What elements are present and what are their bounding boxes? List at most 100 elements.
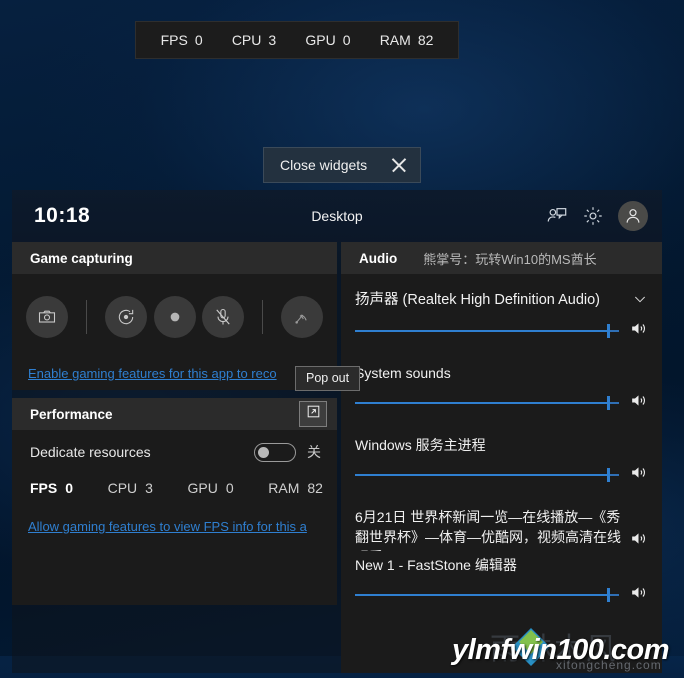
left-column: Game capturing Enable gaming features fo… [12, 242, 361, 673]
audio-app-entry: System sounds [355, 347, 648, 419]
overlay-stat-fps: FPS 0 [161, 32, 203, 48]
mic-toggle-button[interactable] [202, 295, 244, 338]
slider-handle[interactable] [607, 324, 611, 338]
slider-handle[interactable] [607, 468, 611, 482]
slider-handle[interactable] [607, 588, 611, 602]
perf-stat-ram: RAM 82 [268, 480, 323, 496]
audio-app-name: New 1 - FastStone 编辑器 [355, 557, 517, 573]
audio-app-volume-slider[interactable] [355, 396, 619, 410]
audio-app-entry: 6月21日 世界杯新闻一览—在线播放—《秀翻世界杯》—体育—优酷网，视频高清在线… [355, 491, 648, 553]
audio-panel: Audio 熊掌号：玩转Win10的MS酋长 扬声器 (Realtek High… [341, 242, 662, 673]
dedicate-resources-label: Dedicate resources [30, 444, 151, 460]
close-widgets-button[interactable]: Close widgets [263, 147, 421, 183]
overlay-stat-gpu-label: GPU [305, 32, 336, 48]
dedicate-resources-row: Dedicate resources 关 [12, 430, 337, 474]
audio-app-entry: New 1 - FastStone 编辑器 [355, 553, 648, 611]
perf-stat-cpu-label: CPU [107, 480, 138, 496]
performance-body: Dedicate resources 关 FPS 0 CPU 3 GPU 0 R… [12, 430, 337, 512]
overlay-stat-cpu-value: 3 [268, 32, 277, 48]
broadcast-button[interactable] [281, 295, 323, 338]
perf-stat-ram-value: 82 [307, 480, 323, 496]
close-widgets-label: Close widgets [280, 157, 368, 173]
capture-divider-1 [86, 299, 87, 334]
audio-device-volume-slider[interactable] [355, 324, 619, 338]
game-bar-body: Game capturing Enable gaming features fo… [12, 242, 662, 673]
speaker-icon[interactable] [629, 583, 648, 607]
close-icon[interactable] [390, 157, 407, 174]
speaker-icon[interactable] [629, 463, 648, 487]
perf-stat-fps-label: FPS [30, 480, 58, 496]
perf-stat-ram-label: RAM [268, 480, 300, 496]
right-column: Audio 熊掌号：玩转Win10的MS酋长 扬声器 (Realtek High… [341, 242, 662, 673]
settings-gear-icon[interactable] [582, 205, 604, 227]
overlay-stat-cpu: CPU 3 [232, 32, 276, 48]
perf-stat-cpu: CPU 3 [108, 480, 153, 496]
audio-app-volume-slider[interactable] [355, 588, 619, 602]
game-bar-header: 10:18 Desktop [12, 190, 662, 242]
overlay-stat-gpu: GPU 0 [305, 32, 350, 48]
audio-header: Audio 熊掌号：玩转Win10的MS酋长 [341, 242, 662, 274]
overlay-stat-gpu-value: 0 [342, 32, 351, 48]
slider-fill [355, 474, 609, 476]
game-bar: 10:18 Desktop Game capturing Enable gami… [12, 190, 662, 673]
header-actions [546, 201, 648, 231]
perf-stat-fps-value: 0 [65, 480, 74, 496]
pop-out-tooltip: Pop out [295, 366, 361, 391]
perf-stat-fps: FPS 0 [30, 480, 73, 496]
audio-body: 扬声器 (Realtek High Definition Audio) Syst… [341, 274, 662, 673]
audio-title: Audio [359, 250, 398, 266]
overlay-stat-ram-label: RAM [379, 32, 411, 48]
feedback-icon[interactable] [546, 205, 568, 227]
speaker-icon[interactable] [629, 319, 648, 343]
game-capturing-header: Game capturing [12, 242, 337, 274]
perf-stat-gpu-value: 0 [225, 480, 234, 496]
slider-fill [355, 330, 609, 332]
clock: 10:18 [34, 204, 91, 227]
slider-handle[interactable] [607, 396, 611, 410]
audio-device-selector[interactable]: 扬声器 (Realtek High Definition Audio) [355, 274, 648, 311]
screenshot-button[interactable] [26, 295, 68, 338]
audio-app-volume-row [355, 455, 648, 491]
audio-device-volume-row [355, 311, 648, 347]
performance-stats: FPS 0 CPU 3 GPU 0 RAM 82 [12, 474, 337, 512]
audio-app-volume-slider[interactable] [355, 468, 619, 482]
dedicate-resources-toggle[interactable] [254, 442, 296, 462]
slider-fill [355, 594, 609, 596]
perf-stat-gpu: GPU 0 [188, 480, 234, 496]
account-avatar-icon[interactable] [618, 201, 648, 231]
start-recording-button[interactable] [153, 295, 196, 338]
audio-app-volume-row [355, 575, 648, 611]
overlay-stat-ram: RAM 82 [380, 32, 434, 48]
overlay-stat-cpu-label: CPU [231, 32, 262, 48]
capture-divider-2 [262, 299, 263, 334]
speaker-icon[interactable] [629, 391, 648, 415]
toggle-state-label: 关 [307, 444, 321, 460]
audio-device-name: 扬声器 (Realtek High Definition Audio) [355, 292, 600, 308]
perf-stat-gpu-label: GPU [187, 480, 218, 496]
performance-panel: Performance Pop out Dedicate resources 关… [12, 366, 361, 605]
audio-app-entry: Windows 服务主进程 [355, 419, 648, 491]
audio-app-name: Windows 服务主进程 [355, 437, 486, 453]
audio-header-watermark: 熊掌号：玩转Win10的MS酋长 [423, 251, 597, 267]
overlay-stat-fps-label: FPS [160, 32, 188, 48]
slider-fill [355, 402, 609, 404]
toggle-knob [258, 446, 269, 458]
overlay-stat-fps-value: 0 [194, 32, 203, 48]
overlay-stat-ram-value: 82 [417, 32, 434, 48]
audio-app-volume-row [355, 383, 648, 419]
game-capturing-title: Game capturing [30, 250, 133, 266]
audio-app-name: 6月21日 世界杯新闻一览—在线播放—《秀翻世界杯》—体育—优酷网，视频高清在线… [355, 509, 621, 551]
performance-title: Performance [30, 406, 113, 422]
audio-app-name: System sounds [355, 365, 451, 381]
performance-header: Performance Pop out [12, 366, 361, 430]
pop-out-icon [306, 404, 321, 424]
pop-out-button[interactable] [299, 401, 327, 427]
fps-overlay: FPS 0 CPU 3 GPU 0 RAM 82 [135, 21, 459, 59]
game-capturing-body [12, 274, 337, 359]
perf-stat-cpu-value: 3 [145, 480, 153, 496]
speaker-icon[interactable] [629, 507, 648, 553]
allow-gaming-features-link[interactable]: Allow gaming features to view FPS info f… [12, 512, 337, 543]
record-last-30s-button[interactable] [105, 295, 147, 338]
enable-gaming-features-link[interactable]: Enable gaming features for this app to r… [12, 359, 337, 390]
chevron-down-icon[interactable] [632, 291, 648, 307]
